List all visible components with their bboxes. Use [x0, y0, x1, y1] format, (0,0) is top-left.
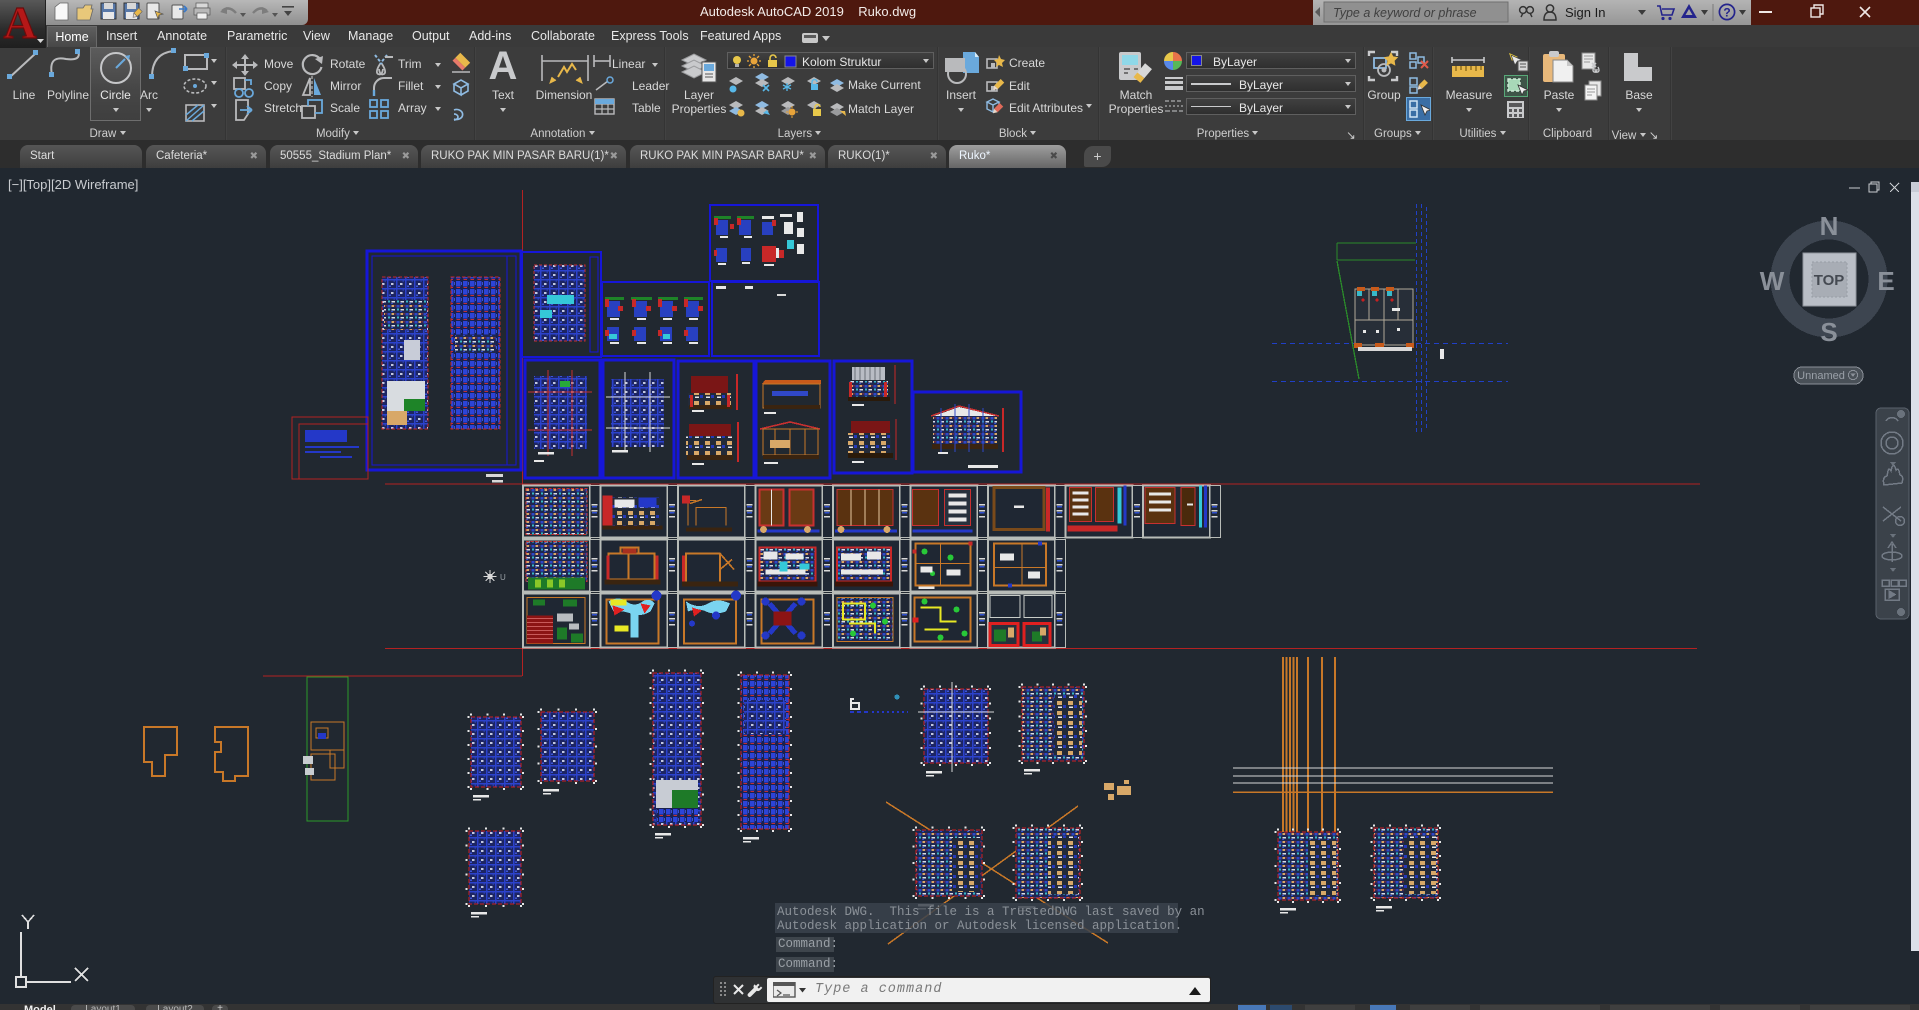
svg-text:S: S [1820, 317, 1837, 347]
svg-text:W: W [1760, 266, 1785, 296]
svg-text:Unnamed: Unnamed [1797, 370, 1845, 382]
svg-text:TOP: TOP [1814, 272, 1845, 289]
svg-text:E: E [1877, 266, 1894, 296]
svg-text:[−][Top][2D Wireframe]: [−][Top][2D Wireframe] [8, 177, 138, 192]
svg-text:Sign In: Sign In [1565, 5, 1605, 20]
svg-text:?: ? [1723, 6, 1730, 20]
svg-text:A: A [3, 0, 36, 48]
svg-text:N: N [1820, 211, 1839, 241]
svg-text:U: U [500, 573, 506, 582]
svg-text:Type a keyword or phrase: Type a keyword or phrase [1333, 6, 1477, 20]
